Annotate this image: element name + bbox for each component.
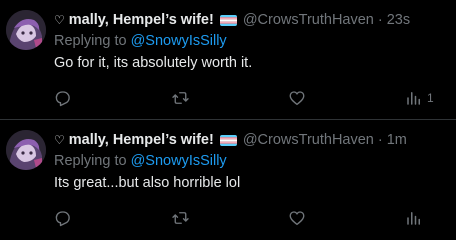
views-count: 1 [427,91,434,105]
reply-button[interactable] [53,208,71,228]
heart-glyph: ♡ [54,133,65,147]
retweet-icon [172,92,189,104]
reply-icon [55,211,70,227]
handle[interactable]: @CrowsTruthHaven [243,132,374,148]
views-icon [407,92,420,105]
timestamp[interactable]: 1m [387,132,407,148]
like-button[interactable] [288,208,306,228]
views-button[interactable]: 1 [405,88,434,108]
handle[interactable]: @CrowsTruthHaven [243,12,374,28]
views-icon [407,212,420,225]
tweet[interactable]: ♡ mally, Hempel’s wife! @CrowsTruthHaven… [0,120,456,240]
retweet-icon [172,212,189,224]
replying-to: Replying to @SnowyIsSilly [54,33,227,49]
timestamp[interactable]: 23s [387,12,410,28]
reply-icon [55,91,70,107]
display-name[interactable]: mally, Hempel’s wife! [69,12,214,28]
trans-flag-icon [219,14,237,26]
separator-dot: · [377,132,383,148]
replying-to-link[interactable]: @SnowyIsSilly [131,33,227,49]
replying-to-link[interactable]: @SnowyIsSilly [131,153,227,169]
avatar[interactable] [6,10,46,50]
like-icon [289,91,305,106]
reply-button[interactable] [53,88,71,108]
replying-to: Replying to @SnowyIsSilly [54,153,227,169]
tweet-text: Its great...but also horrible lol [54,175,241,191]
like-button[interactable] [288,88,306,108]
display-name[interactable]: mally, Hempel’s wife! [69,132,214,148]
tweet-header: ♡ mally, Hempel’s wife! @CrowsTruthHaven… [54,130,407,150]
replying-prefix: Replying to [54,33,131,49]
views-button[interactable] [405,208,427,228]
tweet-actions: 1 [0,88,456,108]
heart-glyph: ♡ [54,13,65,27]
tweet-header: ♡ mally, Hempel’s wife! @CrowsTruthHaven… [54,10,410,30]
tweet-text: Go for it, its absolutely worth it. [54,55,253,71]
tweet[interactable]: ♡ mally, Hempel’s wife! @CrowsTruthHaven… [0,0,456,120]
trans-flag-icon [219,134,237,146]
separator-dot: · [377,12,383,28]
like-icon [289,211,305,226]
retweet-button[interactable] [171,88,190,108]
tweet-actions [0,208,456,228]
replying-prefix: Replying to [54,153,131,169]
retweet-button[interactable] [171,208,190,228]
avatar[interactable] [6,130,46,170]
